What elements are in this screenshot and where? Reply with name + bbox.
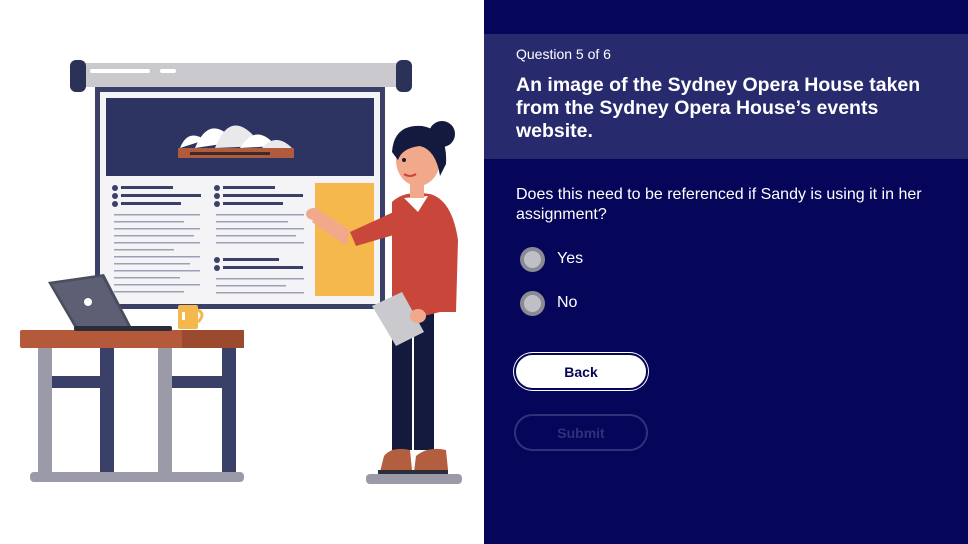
back-button[interactable]: Back <box>514 353 648 390</box>
answer-label-no: No <box>557 294 578 311</box>
question-counter: Question 5 of 6 <box>516 46 611 62</box>
question-title: An image of the Sydney Opera House taken… <box>516 74 921 142</box>
answer-option-yes[interactable]: Yes <box>520 246 583 272</box>
answer-option-no[interactable]: No <box>520 290 577 316</box>
radio-yes[interactable] <box>520 246 545 272</box>
question-prompt: Does this need to be referenced if Sandy… <box>516 186 922 223</box>
presenter-illustration <box>20 60 462 484</box>
illustration-panel <box>0 0 484 544</box>
question-header: Question 5 of 6 An image of the Sydney O… <box>484 34 968 159</box>
radio-no[interactable] <box>520 290 545 316</box>
presentation-board <box>95 87 385 309</box>
answer-label-yes: Yes <box>557 250 584 267</box>
desk <box>20 330 244 482</box>
submit-button[interactable]: Submit <box>514 414 648 451</box>
quiz-panel: Question 5 of 6 An image of the Sydney O… <box>484 0 968 544</box>
